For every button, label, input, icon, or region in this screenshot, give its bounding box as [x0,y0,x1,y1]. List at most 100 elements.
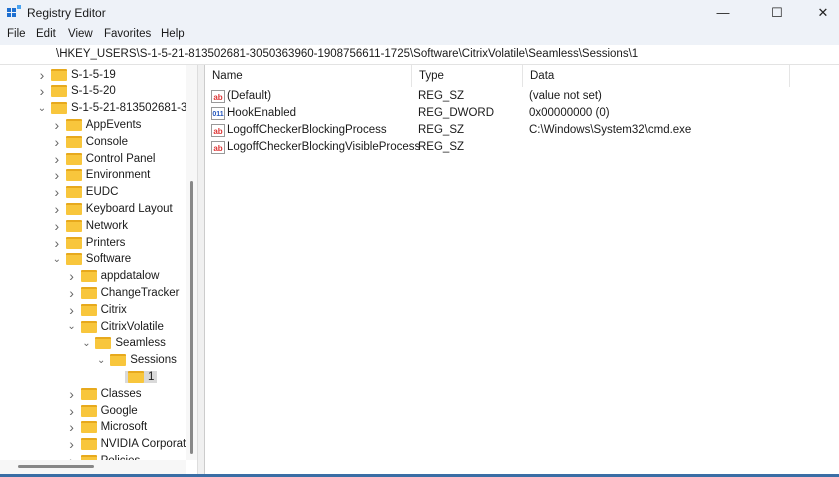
string-value-icon: ab [211,124,225,137]
tree-item[interactable]: › Google [66,402,137,419]
scrollbar-thumb[interactable] [190,181,193,454]
value-name: HookEnabled [227,107,297,119]
value-name: LogoffCheckerBlockingProcess [227,124,387,136]
string-value-icon: ab [211,90,225,103]
chevron-right-icon[interactable]: › [51,235,63,251]
scrollbar-thumb[interactable] [18,465,94,468]
tree-item-label: CitrixVolatile [100,320,164,333]
tree-vertical-scrollbar[interactable] [186,65,197,460]
chevron-right-icon[interactable]: › [51,151,63,167]
chevron-right-icon[interactable]: › [66,436,78,452]
tree-item-label: S-1-5-19 [71,68,116,81]
chevron-down-icon[interactable]: ⌄ [95,355,107,366]
tree-item[interactable]: › S-1-5-19 [36,66,116,83]
menu-favorites[interactable]: Favorites [104,28,151,40]
folder-icon [51,102,67,115]
folder-icon [80,286,97,299]
menu-view[interactable]: View [68,28,93,40]
chevron-right-icon[interactable]: › [51,134,63,150]
folder-icon [80,270,97,283]
chevron-down-icon[interactable]: ⌄ [36,103,48,114]
minimize-button[interactable]: — [700,0,746,25]
folder-icon [80,438,97,451]
tree-item[interactable]: › Keyboard Layout [51,200,172,217]
tree-item[interactable]: › Console [51,133,128,150]
tree-item-label: appdatalow [100,270,160,283]
chevron-right-icon[interactable]: › [66,302,78,318]
folder-icon [95,337,112,350]
tree-item-label: S-1-5-21-813502681-3050363960-1908756611… [71,102,198,115]
value-row[interactable]: ab (Default) REG_SZ (value not set) [205,88,839,105]
tree-item[interactable]: › EUDC [51,184,119,201]
folder-icon [65,202,82,215]
chevron-right-icon[interactable]: › [51,184,63,200]
maximize-button[interactable]: ☐ [754,0,800,25]
menu-edit[interactable]: Edit [36,28,56,40]
value-row[interactable]: ab LogoffCheckerBlockingProcess REG_SZ C:\W… [205,122,839,139]
tree-item[interactable]: ⌄ CitrixVolatile [66,318,164,335]
tree-item[interactable]: › Microsoft [66,419,147,436]
chevron-down-icon[interactable]: ⌄ [80,338,92,349]
values-list: Name Type Data ab (Default) REG_SZ (value n… [205,65,839,477]
column-header-type[interactable]: Type [412,65,523,87]
chevron-right-icon[interactable]: › [66,268,78,284]
window-title: Registry Editor [27,6,106,20]
address-bar[interactable]: \HKEY_USERS\S-1-5-21-813502681-305036396… [0,45,839,65]
value-row[interactable]: ab LogoffCheckerBlockingVisibleProcess REG… [205,139,839,156]
folder-icon [65,236,82,249]
chevron-right-icon[interactable]: › [66,403,78,419]
column-header-name[interactable]: Name [205,65,412,87]
chevron-right-icon[interactable]: › [36,83,48,99]
title-bar: Registry Editor — ☐ ✕ [0,0,839,25]
menu-help[interactable]: Help [161,28,185,40]
menu-file[interactable]: File [7,28,26,40]
tree-item[interactable]: › Citrix [66,301,127,318]
tree-item-label: Software [85,253,132,266]
tree-item[interactable]: ⌄ Software [51,251,131,268]
value-row[interactable]: 011 HookEnabled REG_DWORD 0x00000000 (0) [205,105,839,122]
tree-item[interactable]: › ChangeTracker [66,284,179,301]
tree-item[interactable]: ⌄ Sessions [95,352,177,369]
close-button[interactable]: ✕ [800,0,839,25]
tree-item[interactable]: › Network [51,217,128,234]
chevron-right-icon[interactable]: › [51,218,63,234]
tree-item-label: Classes [100,387,142,400]
tree-item[interactable]: › NVIDIA Corporation [66,436,197,453]
chevron-right-icon[interactable]: › [66,419,78,435]
pane-splitter[interactable] [198,65,205,477]
tree-item[interactable]: › Control Panel [51,150,155,167]
folder-icon [65,118,82,131]
folder-icon [110,354,127,367]
chevron-down-icon[interactable]: ⌄ [51,254,63,265]
tree-item[interactable]: 1 [110,368,158,385]
tree-item-label: Network [85,219,128,232]
folder-icon [65,152,82,165]
chevron-right-icon[interactable]: › [36,67,48,83]
address-path[interactable]: \HKEY_USERS\S-1-5-21-813502681-305036396… [56,48,638,60]
tree-item[interactable]: › Environment [51,167,150,184]
tree-item[interactable]: ⌄ S-1-5-21-813502681-3050363960-190875661… [36,100,198,117]
tree-item[interactable]: › Classes [66,385,142,402]
tree-item[interactable]: › Printers [51,234,125,251]
tree-item-label: EUDC [85,186,119,199]
column-header-data[interactable]: Data [523,65,790,87]
chevron-right-icon[interactable]: › [51,117,63,133]
menu-bar: File Edit View Favorites Help [0,25,839,45]
tree-item[interactable]: › appdatalow [66,268,160,285]
folder-icon [65,253,82,266]
value-name: LogoffCheckerBlockingVisibleProcess [227,141,421,153]
tree-item[interactable]: › AppEvents [51,116,141,133]
folder-icon [51,85,67,98]
folder-icon [128,370,144,383]
chevron-right-icon[interactable]: › [51,167,63,183]
tree-item-label: S-1-5-20 [71,85,116,98]
chevron-down-icon[interactable]: ⌄ [66,321,78,332]
tree-item[interactable]: › S-1-5-20 [36,83,116,100]
chevron-right-icon[interactable]: › [51,201,63,217]
value-data: (value not set) [529,90,602,102]
tree-item[interactable]: ⌄ Seamless [80,335,166,352]
folder-icon [51,68,67,81]
chevron-right-icon[interactable]: › [66,285,78,301]
chevron-right-icon[interactable]: › [66,386,78,402]
value-data: 0x00000000 (0) [529,107,610,119]
